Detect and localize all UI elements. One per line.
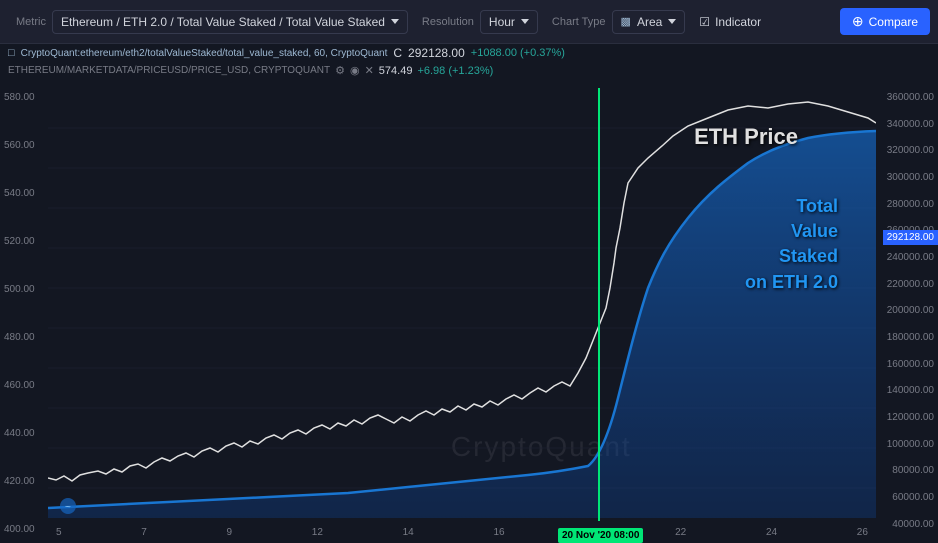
metric-dropdown[interactable]: Ethereum / ETH 2.0 / Total Value Staked … — [52, 10, 408, 34]
metric-label: Metric — [16, 16, 46, 28]
y-left-9: 400.00 — [4, 524, 44, 535]
charttype-dropdown-arrow — [668, 19, 676, 24]
resolution-dropdown[interactable]: Hour — [480, 10, 538, 34]
charttype-icon: ▩ — [621, 15, 631, 28]
x-label-14: 14 — [403, 527, 414, 538]
y-right-12: 120000.00 — [880, 412, 934, 423]
y-right-16: 40000.00 — [880, 519, 934, 530]
y-right-9: 180000.00 — [880, 332, 934, 343]
annotation-tvs-line1: Total — [796, 196, 838, 216]
series2-close-icon[interactable]: ✕ — [365, 64, 374, 77]
y-left-4: 500.00 — [4, 284, 44, 295]
y-right-7: 220000.00 — [880, 279, 934, 290]
annotation-tvs-line3: Staked — [779, 246, 838, 266]
current-label: C — [393, 46, 402, 60]
resolution-value: Hour — [489, 15, 515, 29]
y-axis-left: 580.00 560.00 540.00 520.00 500.00 480.0… — [0, 88, 48, 543]
series1-label: CryptoQuant:ethereum/eth2/totalValueStak… — [21, 48, 388, 59]
charttype-dropdown[interactable]: ▩ Area — [612, 10, 686, 34]
annotation-tvs-line4: on ETH 2.0 — [745, 272, 838, 292]
x-label-26: 26 — [857, 527, 868, 538]
y-right-8: 200000.00 — [880, 305, 934, 316]
x-label-16: 16 — [493, 527, 504, 538]
y-left-1: 560.00 — [4, 140, 44, 151]
y-left-8: 420.00 — [4, 476, 44, 487]
x-label-5: 5 — [56, 527, 62, 538]
date-label-highlight: 20 Nov '20 08:00 — [558, 528, 643, 543]
y-right-2: 320000.00 — [880, 145, 934, 156]
charttype-value: Area — [637, 15, 662, 29]
annotation-total-value-staked: Total Value Staked on ETH 2.0 — [745, 194, 838, 295]
charttype-label: Chart Type — [552, 16, 606, 28]
x-label-9: 9 — [227, 527, 233, 538]
compare-plus-icon: ⊕ — [852, 13, 864, 30]
annotation-eth-price: ETH Price — [694, 124, 798, 150]
indicator-checkbox: ☑ — [699, 15, 710, 29]
x-label-22: 22 — [675, 527, 686, 538]
series2-eye-icon[interactable]: ◉ — [350, 64, 360, 77]
series2-change: +6.98 (+1.23%) — [417, 65, 493, 77]
x-label-12: 12 — [312, 527, 323, 538]
chart-area: □ CryptoQuant:ethereum/eth2/totalValueSt… — [0, 44, 938, 543]
y-right-15: 60000.00 — [880, 492, 934, 503]
indicator-button[interactable]: ☑ Indicator — [691, 11, 769, 33]
compare-label: Compare — [869, 15, 918, 29]
y-left-2: 540.00 — [4, 188, 44, 199]
y-right-4: 280000.00 — [880, 199, 934, 210]
y-right-14: 80000.00 — [880, 465, 934, 476]
x-axis: 5 7 9 12 14 16 18 22 24 26 — [48, 521, 876, 543]
metric-dropdown-arrow — [391, 19, 399, 24]
y-left-6: 460.00 — [4, 380, 44, 391]
y-right-6: 240000.00 — [880, 252, 934, 263]
y-axis-right: 360000.00 340000.00 320000.00 300000.00 … — [876, 88, 938, 543]
y-right-0: 360000.00 — [880, 92, 934, 103]
vertical-marker-line — [598, 88, 600, 521]
x-label-24: 24 — [766, 527, 777, 538]
series1-info: □ CryptoQuant:ethereum/eth2/totalValueSt… — [0, 44, 573, 62]
series1-icon: □ — [8, 47, 15, 59]
y-right-13: 100000.00 — [880, 439, 934, 450]
indicator-label: Indicator — [715, 15, 761, 29]
annotation-tvs-line2: Value — [791, 221, 838, 241]
chart-svg: ~ — [48, 88, 876, 521]
y-left-7: 440.00 — [4, 428, 44, 439]
current-price: 292128.00 — [408, 46, 465, 60]
series2-settings-icon[interactable]: ⚙ — [335, 64, 345, 77]
resolution-label: Resolution — [422, 16, 474, 28]
y-right-3: 300000.00 — [880, 172, 934, 183]
metric-value: Ethereum / ETH 2.0 / Total Value Staked … — [61, 15, 385, 29]
y-left-5: 480.00 — [4, 332, 44, 343]
compare-button[interactable]: ⊕ Compare — [840, 8, 930, 35]
x-label-7: 7 — [141, 527, 147, 538]
current-change: +1088.00 (+0.37%) — [471, 47, 565, 59]
resolution-dropdown-arrow — [521, 19, 529, 24]
svg-text:~: ~ — [65, 502, 71, 513]
y-left-3: 520.00 — [4, 236, 44, 247]
series2-price: 574.49 — [379, 65, 413, 77]
toolbar: Metric Ethereum / ETH 2.0 / Total Value … — [0, 0, 938, 44]
y-right-11: 140000.00 — [880, 385, 934, 396]
series2-label: ETHEREUM/MARKETDATA/PRICEUSD/PRICE_USD, … — [8, 65, 330, 76]
y-right-10: 160000.00 — [880, 359, 934, 370]
y-left-0: 580.00 — [4, 92, 44, 103]
current-price-badge: 292128.00 — [883, 230, 938, 245]
series2-info: ETHEREUM/MARKETDATA/PRICEUSD/PRICE_USD, … — [0, 62, 501, 79]
y-right-1: 340000.00 — [880, 119, 934, 130]
